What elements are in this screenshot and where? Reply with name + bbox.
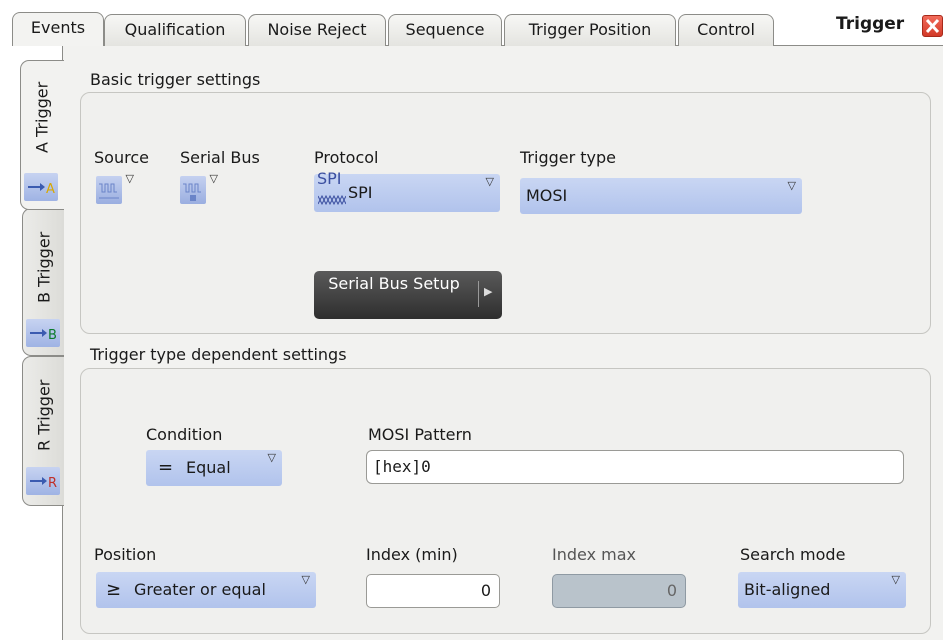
mosi-pattern-input[interactable]: [hex]0: [366, 450, 904, 484]
basic-settings-group: [80, 92, 931, 334]
spi-protocol-icon: SPI: [317, 169, 342, 188]
tab-sequence[interactable]: Sequence: [388, 14, 502, 46]
position-label: Position: [94, 545, 157, 564]
waveform-icon: [99, 183, 119, 199]
tab-label: Trigger Position: [528, 20, 652, 39]
side-tab-label: B Trigger: [34, 231, 54, 303]
greater-equal-icon: ≥: [106, 579, 122, 600]
close-icon: [925, 18, 940, 34]
tab-label: Events: [30, 18, 86, 37]
basic-settings-heading: Basic trigger settings: [90, 70, 261, 89]
tab-qualification[interactable]: Qualification: [104, 14, 246, 46]
side-tab-b-trigger[interactable]: B Trigger B: [22, 208, 64, 356]
serial-bus-icon: [183, 183, 201, 201]
position-dropdown[interactable]: ≥ Greater or equal ▽: [96, 572, 316, 608]
button-separator: [478, 281, 479, 307]
tab-label: Noise Reject: [267, 20, 367, 39]
chevron-right-icon: ▶: [484, 285, 493, 298]
side-tab-r-trigger[interactable]: R Trigger R: [22, 356, 64, 506]
svg-text:A: A: [46, 182, 55, 197]
tab-events[interactable]: Events: [12, 12, 104, 46]
tab-label: Qualification: [124, 20, 226, 39]
trigger-arrow-icon: R: [30, 476, 57, 491]
mosi-pattern-label: MOSI Pattern: [368, 425, 472, 444]
chevron-down-icon: ▽: [125, 172, 134, 185]
side-tab-label: A Trigger: [32, 81, 52, 153]
trigger-r-icon: R: [26, 467, 60, 495]
trigger-arrow-icon: A: [28, 182, 55, 197]
protocol-dropdown[interactable]: SPI SPI ▽: [314, 169, 500, 212]
dependent-settings-heading: Trigger type dependent settings: [90, 345, 347, 364]
index-min-input[interactable]: 0: [366, 574, 500, 608]
chevron-down-icon: ▽: [267, 451, 276, 464]
chevron-down-icon: ▽: [209, 172, 218, 185]
protocol-label: Protocol: [314, 148, 379, 167]
dialog-title: Trigger: [836, 14, 905, 34]
index-max-label: Index max: [552, 545, 636, 564]
chevron-down-icon: ▽: [485, 175, 494, 188]
side-tab-label: R Trigger: [34, 379, 54, 451]
chevron-down-icon: ▽: [301, 573, 310, 586]
trigger-arrow-icon: B: [30, 328, 57, 343]
svg-text:R: R: [48, 476, 57, 491]
condition-label: Condition: [146, 425, 223, 444]
trigger-type-dropdown[interactable]: MOSI ▽: [520, 178, 802, 214]
tab-noise-reject[interactable]: Noise Reject: [248, 14, 386, 46]
chevron-down-icon: ▽: [891, 573, 900, 586]
condition-dropdown[interactable]: = Equal ▽: [146, 450, 282, 486]
search-mode-value: Bit-aligned: [744, 580, 831, 599]
close-button[interactable]: [922, 15, 943, 37]
tab-trigger-position[interactable]: Trigger Position: [504, 14, 676, 46]
condition-value: Equal: [186, 458, 231, 477]
source-selector[interactable]: ▽: [96, 172, 134, 204]
serial-bus-selector[interactable]: ▽: [180, 172, 218, 204]
serial-bus-label: Serial Bus: [180, 148, 260, 167]
spi-wave-icon: [318, 194, 346, 206]
trigger-type-label: Trigger type: [520, 148, 617, 167]
serial-bus-setup-label: Serial Bus Setup: [328, 274, 460, 293]
search-mode-dropdown[interactable]: Bit-aligned ▽: [738, 572, 906, 608]
svg-text:B: B: [48, 328, 57, 343]
equal-icon: =: [158, 457, 174, 478]
source-label: Source: [94, 148, 149, 167]
serial-bus-setup-button[interactable]: Serial Bus Setup ▶: [314, 271, 502, 319]
trigger-type-value: MOSI: [526, 186, 568, 205]
chevron-down-icon: ▽: [787, 179, 796, 192]
protocol-value: SPI: [348, 183, 373, 202]
trigger-a-icon: A: [24, 173, 58, 201]
tab-control[interactable]: Control: [678, 14, 774, 46]
index-min-label: Index (min): [366, 545, 458, 564]
index-max-input: 0: [552, 574, 686, 608]
search-mode-label: Search mode: [740, 545, 846, 564]
tab-label: Sequence: [405, 20, 485, 39]
position-value: Greater or equal: [134, 580, 266, 599]
tab-label: Control: [697, 20, 755, 39]
trigger-b-icon: B: [26, 319, 60, 347]
side-tab-a-trigger[interactable]: A Trigger A: [20, 60, 64, 210]
